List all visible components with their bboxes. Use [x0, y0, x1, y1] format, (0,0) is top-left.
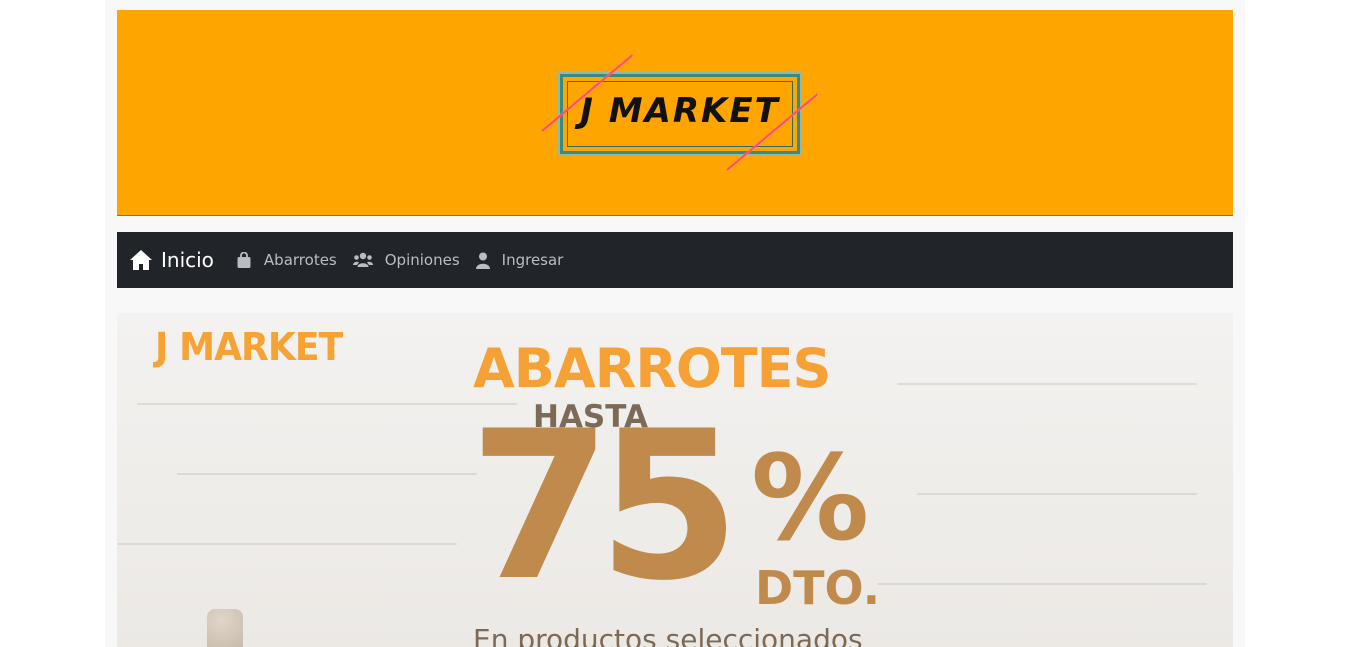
promo-brand-logo: J MARKET	[155, 325, 343, 369]
logo-text: J MARKET	[580, 91, 780, 131]
nav-home-link[interactable]: Inicio	[129, 248, 214, 272]
nav-item-opiniones[interactable]: Opiniones	[352, 251, 460, 269]
nav-item-ingresar[interactable]: Ingresar	[475, 251, 564, 269]
nav-item-label: Ingresar	[501, 251, 564, 269]
promo-discount-value: 75	[469, 388, 740, 626]
promo-decor-object	[207, 609, 243, 647]
wood-grain	[897, 383, 1197, 385]
nav-item-abarrotes[interactable]: Abarrotes	[236, 251, 337, 269]
promo-discount-suffix: DTO.	[755, 561, 881, 615]
home-icon	[130, 250, 152, 270]
wood-grain	[117, 543, 457, 545]
wood-grain	[917, 493, 1197, 495]
nav-item-label: Opiniones	[384, 251, 460, 269]
nav-item-label: Abarrotes	[263, 251, 337, 269]
promo-subtitle: En productos seleccionados	[473, 623, 863, 647]
wood-grain	[137, 403, 517, 405]
page-container: J MARKET Inicio Abarrotes Opiniones Ingr…	[105, 0, 1245, 647]
wood-grain	[177, 473, 477, 475]
users-icon	[352, 252, 373, 267]
promo-banner[interactable]: J MARKET ABARROTES HASTA 75 % DTO. En pr…	[117, 313, 1233, 647]
user-icon	[475, 252, 490, 269]
promo-percent-sign: %	[751, 429, 870, 567]
nav-home-label: Inicio	[161, 248, 214, 272]
main-navbar: Inicio Abarrotes Opiniones Ingresar	[117, 232, 1233, 288]
header-banner: J MARKET	[117, 10, 1233, 216]
shopping-bag-icon	[237, 251, 251, 268]
wood-grain	[877, 583, 1207, 585]
